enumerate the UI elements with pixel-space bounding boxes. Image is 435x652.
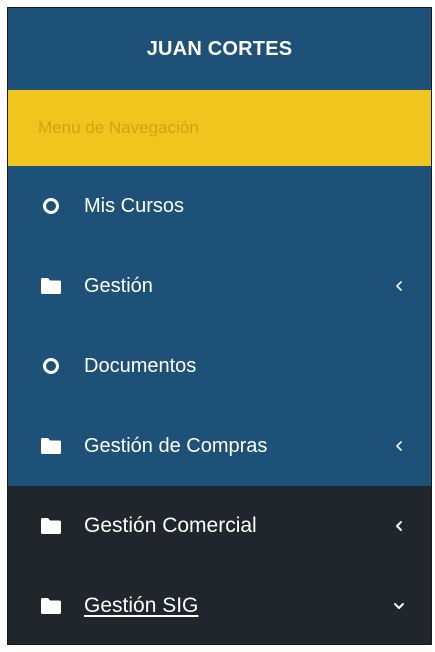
circle-icon <box>40 355 62 377</box>
folder-icon <box>40 515 62 537</box>
circle-icon <box>40 195 62 217</box>
chevron-left-icon <box>391 278 407 294</box>
chevron-left-icon <box>391 518 407 534</box>
menu-item-label: Gestión <box>84 274 153 297</box>
menu-item-label: Gestión SIG <box>84 594 199 617</box>
menu-item-label: Mis Cursos <box>84 194 185 217</box>
menu-item-gestion-comercial[interactable]: Gestión Comercial <box>8 486 431 566</box>
sidebar: JUAN CORTES Menu de Navegación Mis Curso… <box>7 7 432 645</box>
menu-item-gestion[interactable]: Gestión <box>8 246 431 326</box>
menu-item-gestion-sig[interactable]: Gestión SIG <box>8 566 431 644</box>
chevron-left-icon <box>391 438 407 454</box>
menu-item-label: Gestión de Compras <box>84 434 268 457</box>
menu-item-label: Gestión Comercial <box>84 514 257 537</box>
chevron-down-icon <box>391 598 407 614</box>
folder-icon <box>40 435 62 457</box>
folder-icon <box>40 275 62 297</box>
nav-header: Menu de Navegación <box>8 90 431 166</box>
menu-item-documentos[interactable]: Documentos <box>8 326 431 406</box>
folder-icon <box>40 595 62 617</box>
user-name: JUAN CORTES <box>146 37 293 60</box>
menu-item-mis-cursos[interactable]: Mis Cursos <box>8 166 431 246</box>
menu-item-label: Documentos <box>84 354 197 377</box>
menu-item-gestion-de-compras[interactable]: Gestión de Compras <box>8 406 431 486</box>
